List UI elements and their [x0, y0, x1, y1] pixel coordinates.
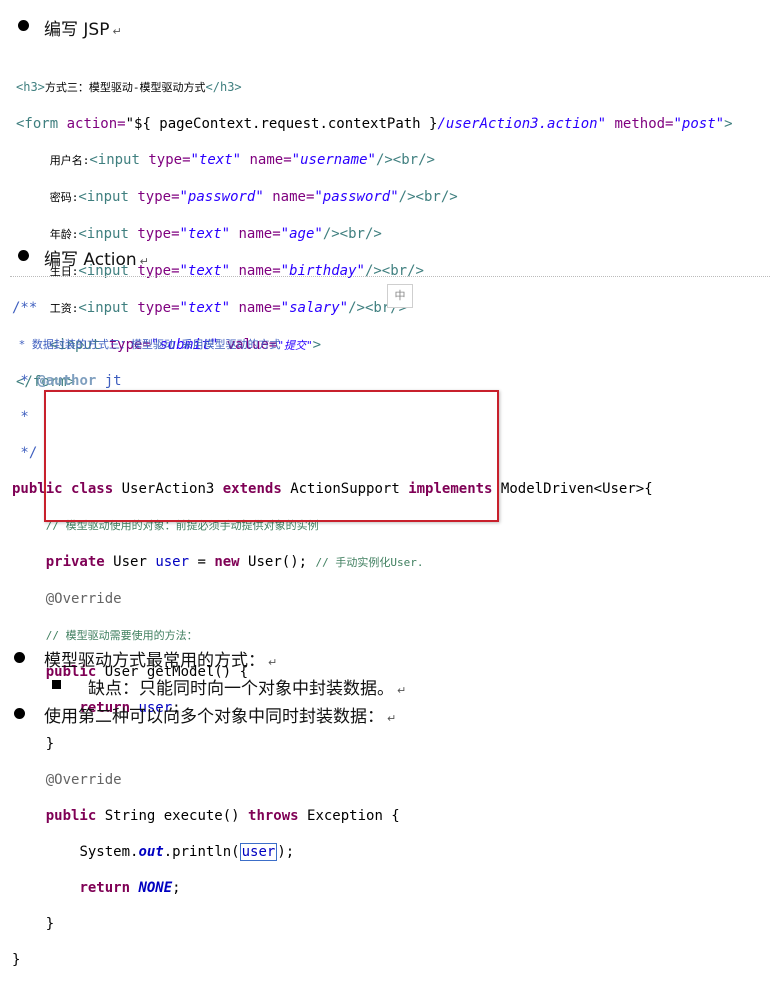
- paragraph-mark: ↵: [387, 712, 397, 725]
- bullet-dot: [18, 250, 29, 261]
- bullet-dot: [14, 708, 25, 719]
- note-text: 使用第二种可以向多个对象中同时封装数据：: [44, 707, 384, 727]
- note-line-1: 模型驱动方式最常用的方式： ↵: [44, 646, 277, 671]
- note-line-1-sub: 缺点：只能同时向一个对象中封装数据。 ↵: [88, 674, 406, 699]
- bullet-square: [52, 680, 61, 689]
- highlight-box: [44, 390, 499, 522]
- paragraph-mark: ↵: [397, 684, 407, 697]
- separator-line: [10, 276, 770, 277]
- code-line: return NONE;: [79, 880, 181, 896]
- paragraph-mark: ↵: [268, 656, 278, 669]
- code-line-form-open: <form action="${ pageContext.request.con…: [16, 116, 733, 132]
- java-code-block: /** * 数据封装的方式三：模型驱动-采用模型驱动的方式 * @author …: [12, 281, 653, 987]
- code-line-field: 密码:<input type="password" name="password…: [49, 189, 458, 205]
- code-line: }: [12, 952, 21, 968]
- bullet-dot: [14, 652, 25, 663]
- paragraph-mark: ↵: [112, 25, 122, 38]
- bullet-dot: [18, 20, 29, 31]
- code-line-h3: <h3>方式三：模型驱动-模型驱动方式</h3>: [16, 80, 242, 94]
- code-line: private User user = new User(); // 手动实例化…: [45, 554, 424, 570]
- code-line: * 数据封装的方式三：模型驱动-采用模型驱动的方式: [12, 338, 281, 351]
- heading-text: 编写 JSP: [44, 20, 110, 40]
- code-line-field: 年龄:<input type="text" name="age"/><br/>: [49, 226, 382, 242]
- code-line: // 模型驱动需要使用的方法：: [45, 629, 198, 642]
- code-line: /**: [12, 300, 38, 316]
- code-line-field: 用户名:<input type="text" name="username"/>…: [49, 152, 435, 168]
- note-line-2: 使用第二种可以向多个对象中同时封装数据： ↵: [44, 702, 396, 727]
- code-line: public String execute() throws Exception…: [45, 808, 400, 824]
- code-line: @Override: [45, 591, 122, 607]
- code-line: System.out.println(user);: [79, 843, 295, 861]
- selected-user-token: user: [239, 843, 278, 861]
- section-heading-action: 编写 Action ↵: [44, 245, 149, 270]
- note-text: 模型驱动方式最常用的方式：: [44, 651, 265, 671]
- section-heading-jsp: 编写 JSP ↵: [44, 15, 122, 40]
- note-text: 缺点：只能同时向一个对象中封装数据。: [88, 679, 394, 699]
- paragraph-mark: ↵: [139, 255, 149, 268]
- code-line: * @author jt: [12, 373, 122, 389]
- code-line: @Override: [45, 772, 122, 788]
- code-line: }: [45, 916, 55, 932]
- heading-text: 编写 Action: [44, 250, 137, 270]
